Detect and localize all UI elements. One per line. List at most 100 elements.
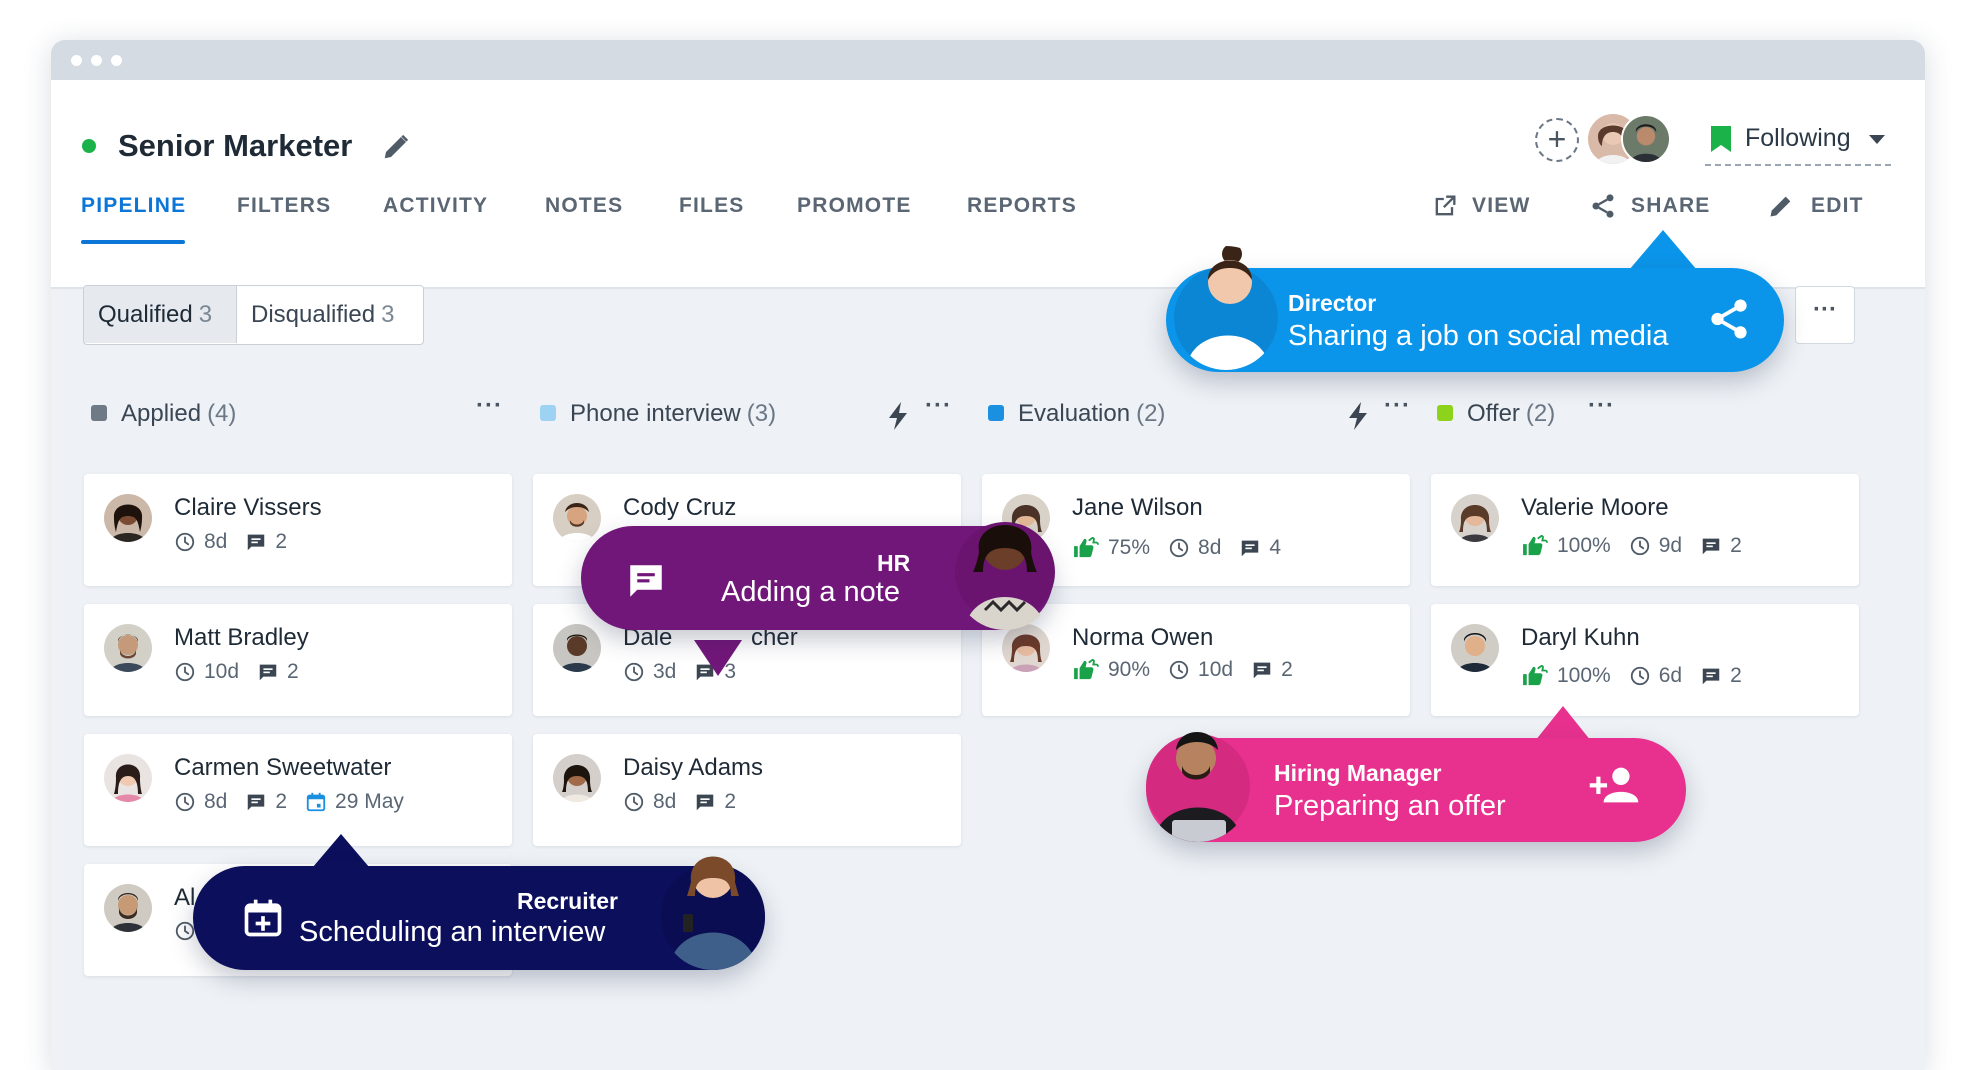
- column-count: (3): [746, 400, 777, 427]
- tab-activity[interactable]: ACTIVITY: [383, 194, 488, 218]
- column-evaluation[interactable]: Evaluation (2): [988, 400, 1165, 428]
- candidate-name: Norma Owen: [1072, 624, 1214, 651]
- ellipsis-icon[interactable]: ···: [925, 392, 952, 420]
- callout-action: Adding a note: [721, 576, 900, 608]
- evaluation-score: 90%: [1108, 658, 1151, 681]
- evaluation-score: 100%: [1557, 534, 1611, 557]
- stage-color: [540, 404, 556, 421]
- tab-files[interactable]: FILES: [679, 194, 745, 218]
- clock-icon: [1168, 659, 1190, 681]
- tab-promote[interactable]: PROMOTE: [797, 194, 912, 218]
- comment-count: 2: [1730, 534, 1742, 557]
- chevron-down-icon: [1869, 135, 1885, 144]
- candidate-meta: 8d 2 29 May: [174, 790, 404, 814]
- hr-photo: [955, 512, 1055, 630]
- ellipsis-icon[interactable]: ···: [1588, 392, 1615, 420]
- qualified-label: Qualified: [98, 301, 193, 328]
- comment-count: 2: [287, 660, 299, 683]
- candidate-card[interactable]: Claire Vissers 8d 2: [84, 474, 512, 586]
- avatar: [553, 754, 601, 802]
- disqualified-toggle[interactable]: Disqualified 3: [236, 286, 423, 343]
- comment-count: 2: [724, 790, 737, 813]
- candidate-card[interactable]: Matt Bradley 10d 2: [84, 604, 512, 716]
- share-button[interactable]: SHARE: [1631, 194, 1711, 218]
- interview-date: 29 May: [335, 790, 404, 813]
- share-icon: [1706, 296, 1752, 347]
- lightning-icon[interactable]: [888, 402, 910, 430]
- time-in-stage: 8d: [204, 790, 228, 813]
- ellipsis-icon[interactable]: ···: [476, 392, 503, 420]
- tab-notes[interactable]: NOTES: [545, 194, 623, 218]
- time-in-stage: 10d: [204, 660, 240, 683]
- qualified-count: 3: [198, 301, 213, 328]
- comment-count: 2: [1730, 664, 1742, 687]
- lightning-icon[interactable]: [1348, 402, 1370, 430]
- thumbs-up-icon: [1072, 537, 1100, 559]
- pencil-icon[interactable]: [1767, 192, 1795, 220]
- candidate-meta: 75% 8d 4: [1072, 536, 1281, 560]
- clock-icon: [1629, 535, 1651, 557]
- avatar: [1002, 624, 1050, 672]
- comment-count: 2: [275, 530, 288, 553]
- candidate-card[interactable]: Carmen Sweetwater 8d 2 29 May: [84, 734, 512, 846]
- candidate-card[interactable]: Norma Owen 90% 10d 2: [982, 604, 1410, 716]
- edit-button[interactable]: EDIT: [1811, 194, 1864, 218]
- avatar: [553, 624, 601, 672]
- view-button[interactable]: VIEW: [1472, 194, 1530, 218]
- stage-color: [91, 404, 107, 421]
- callout-pointer: [694, 640, 742, 676]
- ellipsis-icon[interactable]: ···: [1384, 392, 1411, 420]
- qualified-toggle[interactable]: Qualified 3: [84, 286, 236, 343]
- ellipsis-icon[interactable]: ···: [1795, 286, 1855, 344]
- comment-count: 2: [275, 790, 288, 813]
- time-in-stage: 8d: [653, 790, 677, 813]
- qualification-filter: Qualified 3 Disqualified 3: [83, 285, 424, 345]
- plus-icon[interactable]: +: [1535, 118, 1579, 162]
- candidate-name: Claire Vissers: [174, 494, 322, 521]
- comment-icon: [1700, 535, 1722, 557]
- avatar: [1451, 494, 1499, 542]
- tab-filters[interactable]: FILTERS: [237, 194, 331, 218]
- evaluation-score: 100%: [1557, 664, 1611, 687]
- time-in-stage: 6d: [1658, 664, 1683, 687]
- callout-action: Sharing a job on social media: [1288, 320, 1669, 352]
- stage-color: [1437, 404, 1453, 421]
- evaluation-score: 75%: [1108, 536, 1151, 559]
- disqualified-label: Disqualified: [251, 301, 376, 328]
- candidate-name: Daisy Adams: [623, 754, 764, 781]
- column-phone-interview[interactable]: Phone interview (3): [540, 400, 776, 428]
- tab-reports[interactable]: REPORTS: [967, 194, 1077, 218]
- hr-callout: HR Adding a note: [581, 522, 1055, 630]
- follow-dropdown[interactable]: Following: [1705, 120, 1891, 166]
- candidate-card[interactable]: Daryl Kuhn 100% 6d 2: [1431, 604, 1859, 716]
- avatar: [1451, 624, 1499, 672]
- clock-icon: [623, 791, 645, 813]
- calendar-icon: [241, 896, 285, 945]
- column-count: (2): [1525, 400, 1556, 427]
- director-callout: Director Sharing a job on social media: [1166, 246, 1784, 372]
- thumbs-up-icon: [1521, 535, 1549, 557]
- clock-icon: [174, 531, 196, 553]
- clock-icon: [1168, 537, 1190, 559]
- recruiter-callout: Recruiter Scheduling an interview: [193, 856, 765, 970]
- share-icon[interactable]: [1589, 192, 1617, 220]
- callout-pointer: [1629, 230, 1697, 270]
- pencil-icon[interactable]: [381, 132, 411, 162]
- team-avatar[interactable]: [1621, 114, 1671, 164]
- column-label: Applied: [121, 400, 202, 427]
- external-link-icon[interactable]: [1431, 192, 1459, 220]
- avatar: [104, 494, 152, 542]
- comment-icon: [245, 531, 267, 553]
- comment-icon: [245, 791, 267, 813]
- callout-action: Scheduling an interview: [299, 916, 606, 948]
- avatar: [104, 884, 152, 932]
- tab-pipeline[interactable]: PIPELINE: [81, 194, 186, 218]
- add-user-icon: [1588, 764, 1640, 811]
- comment-icon: [1239, 537, 1261, 559]
- callout-action: Preparing an offer: [1274, 790, 1506, 822]
- candidate-card[interactable]: Daisy Adams 8d 2: [533, 734, 961, 846]
- candidate-card[interactable]: Valerie Moore 100% 9d 2: [1431, 474, 1859, 586]
- column-offer[interactable]: Offer (2): [1437, 400, 1555, 428]
- time-in-stage: 8d: [1198, 536, 1222, 559]
- column-applied[interactable]: Applied (4): [91, 400, 236, 428]
